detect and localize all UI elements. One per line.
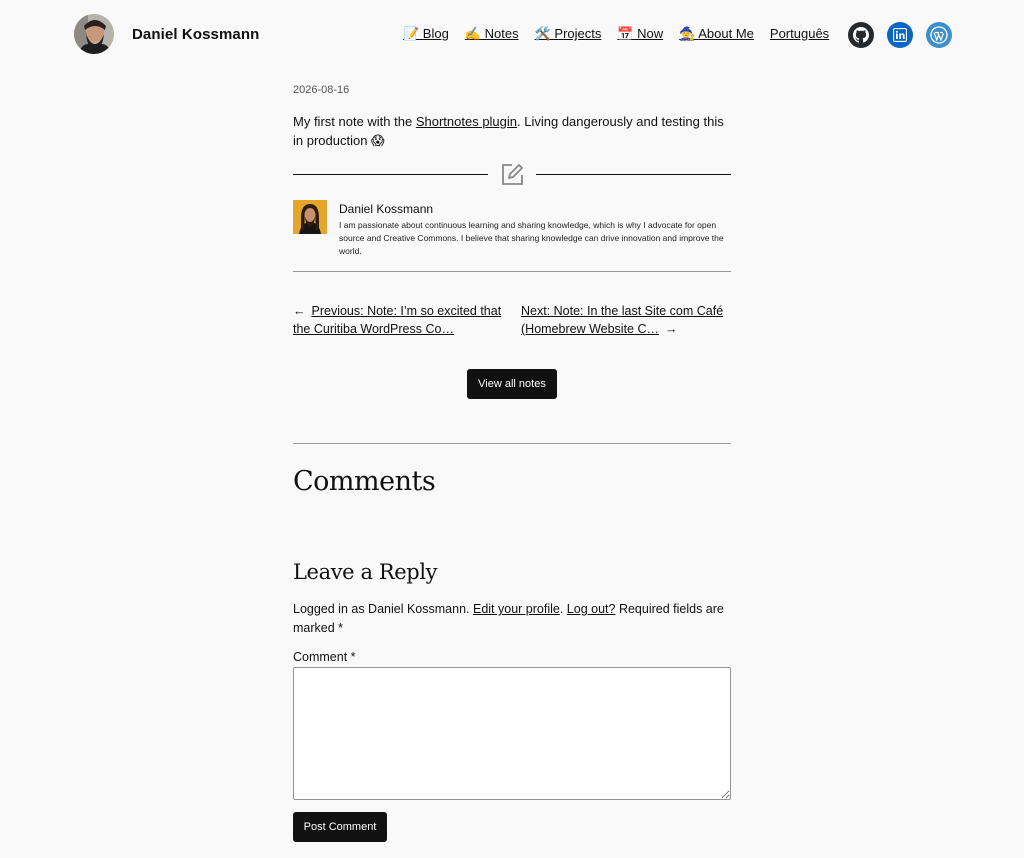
nav-language-portuguese[interactable]: Português <box>770 26 829 42</box>
divider-line-left <box>293 174 488 175</box>
previous-post-link[interactable]: Previous: Note: I’m so excited that the … <box>293 304 501 336</box>
nav-notes[interactable]: ✍️ Notes <box>465 26 519 42</box>
log-out-link[interactable]: Log out? <box>567 602 616 616</box>
post-comment-button[interactable]: Post Comment <box>293 812 387 842</box>
nav-about-me[interactable]: 🧙 About Me <box>679 26 754 42</box>
github-icon[interactable] <box>848 22 874 48</box>
site-header: Daniel Kossmann 📝 Blog ✍️ Notes 🛠️ Proje… <box>0 0 1024 70</box>
nav-blog[interactable]: 📝 Blog <box>403 26 449 42</box>
required-mark: * <box>338 620 344 635</box>
comment-textarea[interactable] <box>293 667 731 800</box>
author-avatar <box>293 200 327 234</box>
edit-profile-link[interactable]: Edit your profile <box>473 602 560 616</box>
logged-in-separator: . <box>559 602 567 616</box>
view-all-notes-button[interactable]: View all notes <box>467 369 557 399</box>
nav-projects[interactable]: 🛠️ Projects <box>535 26 602 42</box>
arrow-right-icon: → <box>665 322 678 336</box>
arrow-left-icon: ← <box>293 304 306 318</box>
social-links <box>848 22 952 48</box>
previous-post: ← Previous: Note: I’m so excited that the… <box>293 302 513 338</box>
author-name: Daniel Kossmann <box>339 202 434 216</box>
note-date: 2026-08-16 <box>293 84 350 96</box>
linkedin-icon[interactable] <box>887 22 913 48</box>
wordpress-icon[interactable] <box>926 22 952 48</box>
next-post: Next: Note: In the last Site com Café (H… <box>521 302 736 338</box>
edit-note-icon <box>502 164 523 185</box>
nav-now[interactable]: 📅 Now <box>617 26 663 42</box>
logged-in-text: Logged in as Daniel Kossmann. <box>293 602 473 616</box>
site-title[interactable]: Daniel Kossmann <box>132 26 259 43</box>
next-post-link[interactable]: Next: Note: In the last Site com Café (H… <box>521 304 723 336</box>
note-text: My first note with the Shortnotes plugin… <box>293 113 731 150</box>
leave-reply-heading: Leave a Reply <box>293 560 438 584</box>
note-divider <box>293 162 731 188</box>
site-avatar[interactable] <box>74 14 114 54</box>
logged-in-notice: Logged in as Daniel Kossmann. Edit your … <box>293 600 731 637</box>
comments-separator <box>293 443 731 444</box>
shortnotes-plugin-link[interactable]: Shortnotes plugin <box>416 114 517 129</box>
author-separator <box>293 271 731 272</box>
brand[interactable]: Daniel Kossmann <box>74 14 259 54</box>
divider-line-right <box>536 174 731 175</box>
author-bio: I am passionate about continuous learnin… <box>339 220 724 256</box>
main-nav: 📝 Blog ✍️ Notes 🛠️ Projects 📅 Now 🧙 Abou… <box>403 26 829 42</box>
comment-label: Comment * <box>293 650 356 664</box>
comments-heading: Comments <box>293 466 436 497</box>
note-text-start: My first note with the <box>293 114 416 129</box>
